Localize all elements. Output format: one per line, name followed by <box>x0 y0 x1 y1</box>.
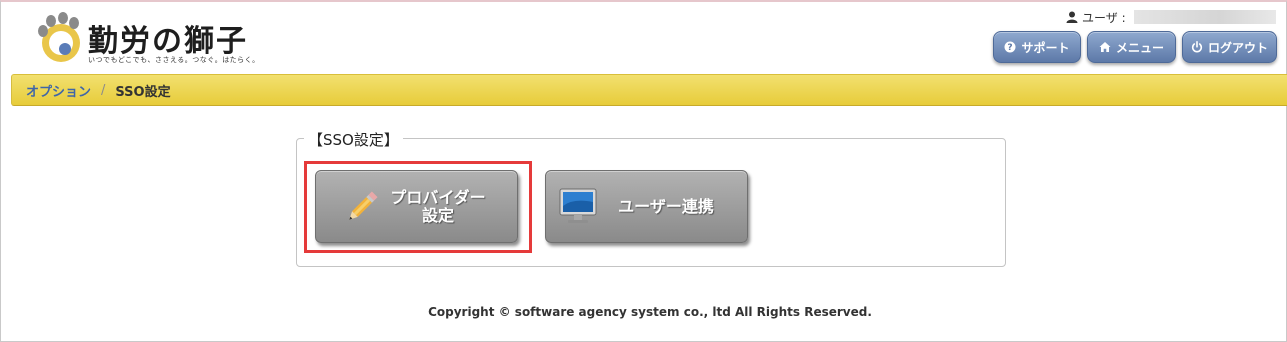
logout-button[interactable]: ログアウト <box>1182 31 1277 63</box>
user-link-button[interactable]: ユーザー連携 <box>545 170 748 243</box>
logo-title: 勤労の獅子 <box>88 24 248 59</box>
home-icon <box>1099 42 1111 52</box>
support-label: サポート <box>1021 40 1070 55</box>
lion-paw-logo-icon <box>38 12 80 62</box>
breadcrumb: オプション / SSO設定 <box>11 74 1287 106</box>
provider-label-line2: 設定 <box>421 206 454 225</box>
footer-copyright: Copyright © software agency system co., … <box>428 305 872 319</box>
provider-settings-label: プロバイダー 設定 <box>372 189 504 225</box>
breadcrumb-separator: / <box>101 82 106 98</box>
help-icon: ? <box>1004 41 1016 53</box>
svg-text:?: ? <box>1008 43 1013 53</box>
breadcrumb-option-link[interactable]: オプション <box>26 81 91 100</box>
breadcrumb-current: SSO設定 <box>115 84 171 100</box>
support-button[interactable]: ? サポート <box>993 31 1081 63</box>
logo-tagline: いつでもどこでも、ささえる。つなぐ。はたらく。 <box>88 56 260 64</box>
user-icon <box>1066 11 1078 23</box>
provider-label-line1: プロバイダー <box>390 188 486 207</box>
power-icon <box>1191 41 1203 53</box>
app-logo[interactable]: 勤労の獅子 いつでもどこでも、ささえる。つなぐ。はたらく。 <box>34 12 264 68</box>
menu-button[interactable]: メニュー <box>1087 31 1176 63</box>
user-info: ユーザ : <box>1066 9 1276 25</box>
user-name-redacted <box>1133 10 1276 24</box>
logout-label: ログアウト <box>1207 40 1268 55</box>
monitor-icon <box>559 188 597 223</box>
user-link-label: ユーザー連携 <box>618 197 714 216</box>
panel-legend: 【SSO設定】 <box>304 129 403 150</box>
provider-settings-button[interactable]: プロバイダー 設定 <box>315 170 518 243</box>
user-label: ユーザ : <box>1082 10 1126 25</box>
menu-label: メニュー <box>1115 40 1164 55</box>
